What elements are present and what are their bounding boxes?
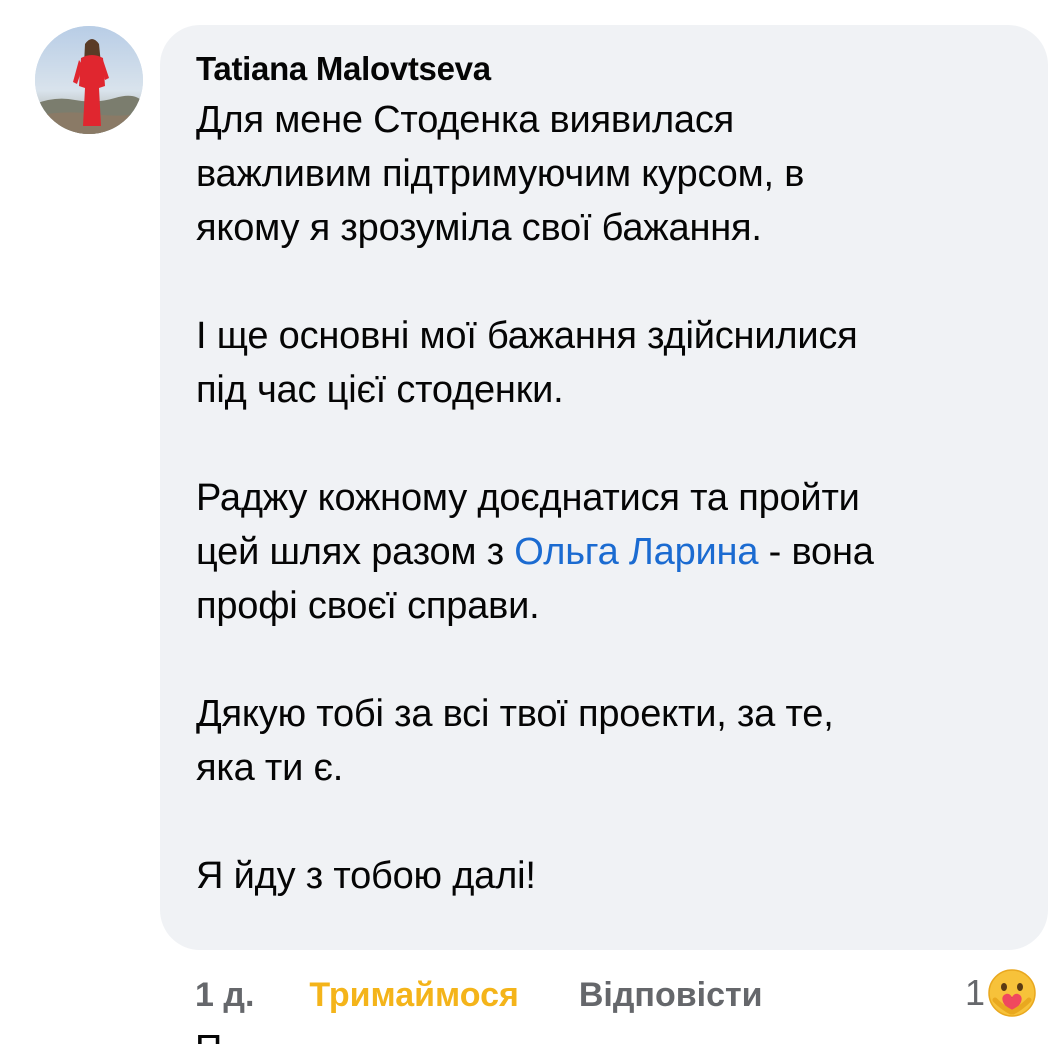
react-button[interactable]: Тримаймося: [309, 976, 518, 1015]
comment-paragraph-2: І ще основні мої бажання здійснилися під…: [196, 315, 858, 411]
comment-paragraph-3: Раджу кожному доєднатися та пройти цей ш…: [196, 471, 1010, 633]
reaction-count: 1: [965, 972, 986, 1013]
comment-actions: 1 д. Тримаймося Відповісти: [195, 970, 763, 1020]
care-emoji-icon: [987, 968, 1037, 1018]
reply-button[interactable]: Відповісти: [579, 976, 763, 1015]
comment-timestamp[interactable]: 1 д.: [195, 976, 254, 1015]
comment-author-name[interactable]: Tatiana Malovtseva: [196, 49, 1010, 89]
mention-link[interactable]: Ольга Ларина: [514, 531, 758, 573]
reaction-summary[interactable]: 1: [965, 968, 1037, 1018]
comment-paragraph-4: Дякую тобі за всі твої проекти, за те, я…: [196, 693, 834, 789]
author-avatar[interactable]: [35, 26, 143, 134]
comment-paragraph-1: Для мене Стоденка виявилася важливим під…: [196, 99, 805, 249]
comment-bubble: Tatiana Malovtseva Для мене Стоденка вия…: [160, 25, 1048, 950]
comment-paragraph-5: Я йду з тобою далі!: [196, 855, 536, 897]
